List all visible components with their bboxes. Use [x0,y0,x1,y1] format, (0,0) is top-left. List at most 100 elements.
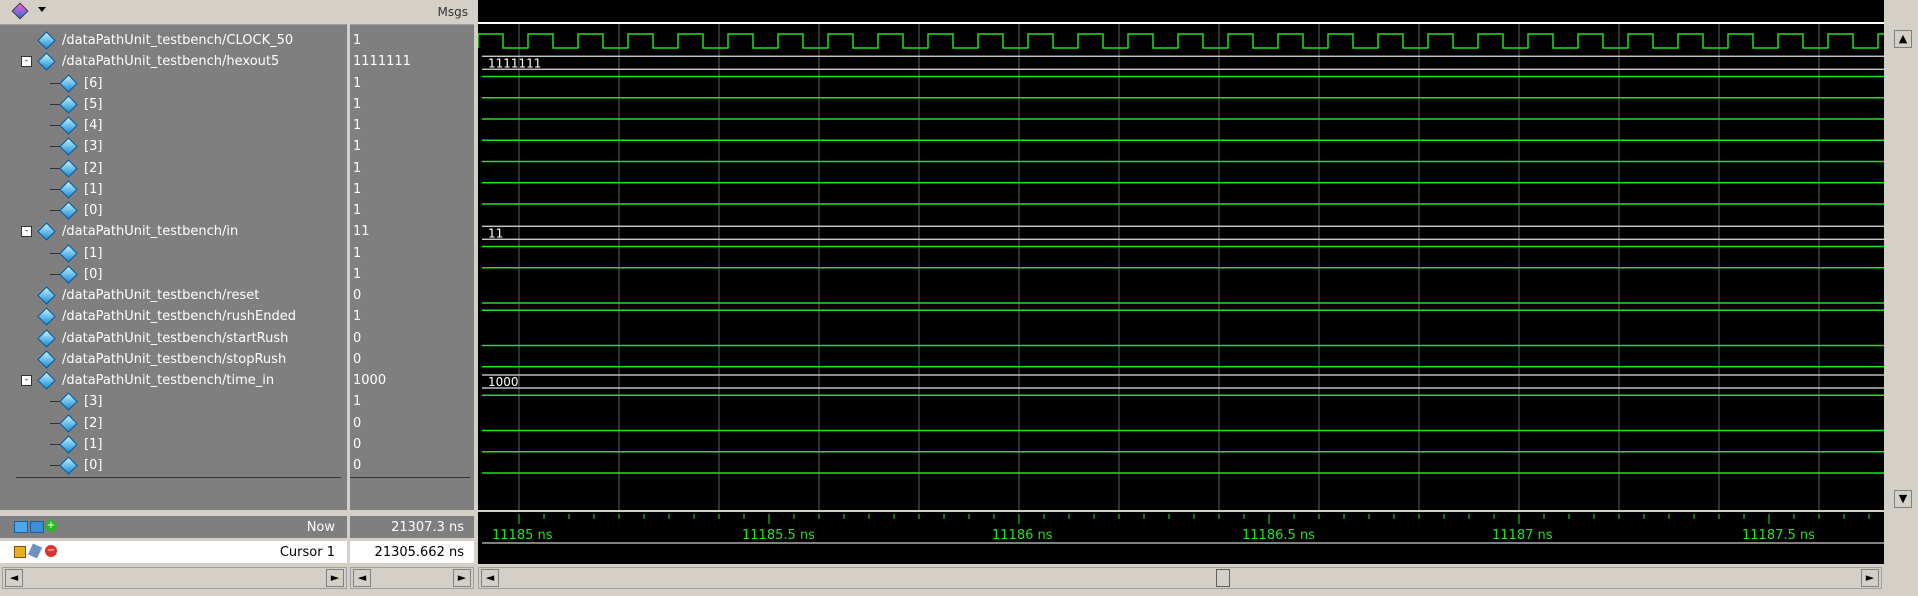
diamond-signal-icon [59,137,78,156]
signal-value: 1 [353,33,362,48]
add-icon[interactable]: + [45,520,57,532]
timeline-label: 11185.5 ns [742,528,815,543]
signal-value: 0 [353,415,362,431]
scroll-corner [1888,512,1918,564]
signal-row[interactable]: [2] [0,158,347,180]
signal-value: 1 [353,75,362,91]
signal-row[interactable]: /dataPathUnit_testbench/startRush [0,328,347,350]
signal-row[interactable]: [1] [0,435,347,456]
signal-name: /dataPathUnit_testbench/reset [62,288,260,303]
cursor-add-icon[interactable] [14,521,28,533]
signal-value: 0 [353,458,362,473]
signal-name: [6] [84,75,103,91]
signal-row[interactable]: [3] [0,392,347,413]
signal-value: 1 [353,203,362,218]
signal-name: [0] [84,203,103,218]
signal-name: /dataPathUnit_testbench/rushEnded [62,309,296,325]
scroll-thumb[interactable] [1216,569,1230,587]
signal-name: /dataPathUnit_testbench/time_in [62,373,275,388]
values-header: Msgs [350,0,474,25]
signal-value: 1 [353,266,362,282]
signal-name: [0] [84,458,103,473]
cursor-value-text: 21305.662 ns [374,545,464,560]
timeline-label: 11186.5 ns [1242,528,1315,543]
diamond-signal-icon [37,350,56,369]
scroll-left-button[interactable]: ◄ [5,569,23,587]
diamond-signal-icon [59,392,78,411]
signal-value: 0 [353,351,362,367]
vertical-scrollbar[interactable]: ▲ ▼ [1888,0,1918,510]
diamond-signal-icon [59,243,78,263]
signal-row[interactable]: [0] [0,201,347,222]
remove-icon[interactable]: − [45,545,57,557]
names-hscroll[interactable]: ◄ ► [2,567,347,589]
signal-row[interactable]: [0] [0,456,347,477]
signal-name: [5] [84,96,103,112]
now-value-text: 21307.3 ns [391,520,464,535]
signal-row[interactable]: /dataPathUnit_testbench/reset [0,286,347,307]
timeline-ruler[interactable]: 11185 ns 11185.5 ns 11186 ns 11186.5 ns 1118… [478,512,1884,564]
signal-value: 11 [353,224,370,240]
signal-row[interactable]: - /dataPathUnit_testbench/hexout5 [0,52,347,73]
cursor-value: 21305.662 ns [350,541,474,563]
signal-row[interactable]: [3] [0,137,347,158]
signal-row[interactable]: /dataPathUnit_testbench/rushEnded [0,307,347,328]
signal-row[interactable]: - /dataPathUnit_testbench/time_in [0,371,347,392]
scroll-left-button[interactable]: ◄ [353,569,371,587]
signal-value: 1000 [353,373,387,388]
scroll-up-button[interactable]: ▲ [1894,30,1912,48]
pencil-icon[interactable] [27,543,43,559]
cursor-row[interactable]: − Cursor 1 [0,541,347,563]
collapse-toggle-icon[interactable]: - [21,56,32,68]
signal-name: [3] [84,394,103,410]
wave-header-line [478,22,1884,24]
scroll-right-button[interactable]: ► [1861,569,1879,587]
cursor-label: Cursor 1 [279,545,335,560]
signal-value: 1 [353,394,362,410]
signal-value: 1 [353,139,362,155]
waveform-canvas[interactable]: 1111111111000 [477,0,1904,510]
scroll-left-button[interactable]: ◄ [481,569,499,587]
signal-row[interactable]: [1] [0,180,347,201]
wave-hscroll[interactable]: ◄ ► [478,567,1882,589]
signal-name: /dataPathUnit_testbench/in [62,224,239,240]
signal-row[interactable]: [4] [0,116,347,137]
list-end-line [16,477,341,478]
wave-window-icon[interactable] [11,2,30,20]
signal-row[interactable]: [1] [0,243,347,265]
chevron-down-icon[interactable] [38,7,46,12]
signal-value: 0 [353,436,362,452]
collapse-toggle-icon[interactable]: - [21,226,32,238]
values-hscroll[interactable]: ◄ ► [350,567,474,589]
signal-row[interactable]: [6] [0,73,347,95]
list-end-line [350,477,470,478]
signal-name: /dataPathUnit_testbench/startRush [62,330,289,346]
collapse-toggle-icon[interactable]: - [21,375,32,386]
signal-name: [1] [84,181,103,197]
cursor-edit-icon[interactable] [30,521,44,533]
now-label: Now [306,520,335,535]
signal-values-pane [350,0,474,510]
signal-name: [4] [84,118,103,133]
signal-row[interactable]: [0] [0,265,347,286]
diamond-signal-icon [59,456,78,475]
scroll-right-button[interactable]: ► [453,569,471,587]
diamond-signal-icon [59,413,78,433]
signal-row[interactable]: /dataPathUnit_testbench/CLOCK_50 [0,31,347,52]
signal-row[interactable]: /dataPathUnit_testbench/stopRush [0,350,347,371]
signal-row[interactable]: [2] [0,413,347,435]
diamond-signal-icon [59,73,78,93]
signal-name: [3] [84,139,103,155]
signal-row[interactable]: [5] [0,95,347,116]
scroll-down-button[interactable]: ▼ [1894,490,1912,508]
lock-icon[interactable] [14,546,26,558]
signal-row[interactable]: - /dataPathUnit_testbench/in [0,222,347,243]
scroll-right-button[interactable]: ► [326,569,344,587]
signal-name: /dataPathUnit_testbench/hexout5 [62,54,280,70]
diamond-signal-icon [37,52,56,71]
signal-value: 0 [353,330,362,346]
wave-pane[interactable]: 1111111 11 1000 [477,0,1904,510]
timeline-label: 11186 ns [992,528,1053,543]
signal-value: 1111111 [353,54,411,70]
now-value: 21307.3 ns [350,516,474,538]
